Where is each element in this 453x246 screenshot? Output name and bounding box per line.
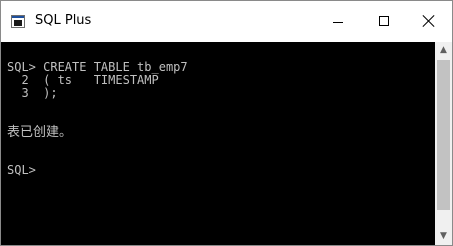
window-title: SQL Plus (35, 13, 92, 28)
maximize-button[interactable] (361, 1, 407, 42)
title-bar[interactable]: SQL Plus (1, 1, 452, 42)
app-icon-screen (14, 20, 22, 26)
console-app-icon[interactable] (11, 15, 25, 28)
console-line-3: 3 ); (7, 86, 58, 100)
scrollbar-thumb[interactable] (437, 60, 450, 210)
scroll-up-arrow-icon[interactable]: ▲ (435, 42, 452, 59)
console-prompt-line: SQL> (7, 163, 36, 177)
close-icon (423, 15, 435, 27)
sqlplus-window: SQL Plus SQL> CREATE TABLE tb_emp7 2 ( t… (0, 0, 453, 246)
maximize-icon (379, 16, 389, 26)
console-line-5: 表已创建。 (7, 125, 73, 140)
app-icon-titlebar-strip (12, 16, 24, 18)
minimize-button[interactable] (315, 1, 361, 42)
vertical-scrollbar[interactable]: ▲ ▼ (435, 42, 452, 245)
console-output[interactable]: SQL> CREATE TABLE tb_emp7 2 ( ts TIMESTA… (1, 42, 435, 245)
minimize-icon (333, 22, 343, 23)
close-button[interactable] (406, 1, 452, 42)
scroll-down-arrow-icon[interactable]: ▼ (435, 228, 452, 245)
